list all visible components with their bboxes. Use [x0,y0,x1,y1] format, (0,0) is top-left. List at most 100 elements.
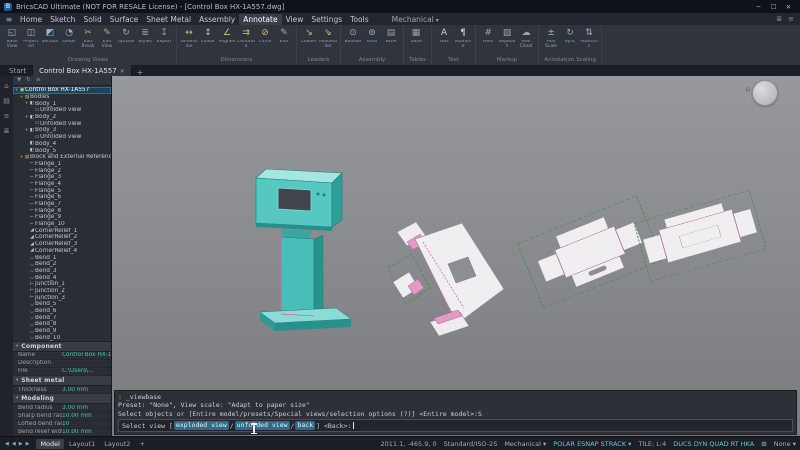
tree-item-flange-10[interactable]: ⌐Flange_10 [13,221,111,228]
tree-item-flange-2[interactable]: ⌐Flange_2 [13,167,111,174]
menu-tab-sketch[interactable]: Sketch [46,14,79,25]
tree-item-block-and-external-references[interactable]: ▾▤Block and External References [13,154,111,161]
ribbon-button-multiline[interactable]: ¶Multiline [454,27,472,50]
viewcube[interactable] [752,80,778,106]
ribbon-button-text[interactable]: AText [435,27,453,50]
tree-item-bend-8[interactable]: ◡Bend_8 [13,321,111,328]
filter-icon[interactable]: ▼ [17,76,21,85]
unfolded-pattern-c[interactable] [634,190,766,281]
status-field-standard-iso-25[interactable]: Standard/ISO-25 [444,440,498,448]
ribbon-button-bom[interactable]: ▤BOM [382,27,400,50]
tree-item-flange-7[interactable]: ⌐Flange_7 [13,201,111,208]
tree-item-flange-6[interactable]: ⌐Flange_6 [13,194,111,201]
menu-tab-sheet-metal[interactable]: Sheet Metal [142,14,195,25]
ribbon-button-edit[interactable]: ✎Edit [275,27,293,50]
nav-arrow-icon[interactable]: ▶ [18,441,24,447]
unfolded-pattern-a[interactable] [388,222,504,336]
tree-item-junction-1[interactable]: ⊢Junction_1 [13,281,111,288]
panel-menu-icon[interactable]: ≡ [36,76,41,85]
tree-item-flange-9[interactable]: ⌐Flange_9 [13,214,111,221]
command-option-exploded-view[interactable]: exploded view [174,421,229,430]
ribbon-button-add-scale[interactable]: ±Add Scale [542,27,560,50]
menu-tab-solid[interactable]: Solid [79,14,105,25]
workspace-selector[interactable]: Mechanical [387,15,444,24]
viewport-canvas[interactable] [112,76,800,437]
ribbon-button-leader[interactable]: ↘Leader [300,27,318,50]
layout-tab-icon[interactable]: + [135,439,148,449]
ribbon-button-sync[interactable]: ↻Sync [561,27,579,50]
ribbon-button-field[interactable]: #Field [479,27,497,50]
ribbon-button-dimension[interactable]: ↔Dimension [180,27,198,50]
ribbon-button-balloon[interactable]: ⊙Balloon [344,27,362,50]
tree-item-bend-7[interactable]: ◡Bend_7 [13,314,111,321]
tree-item-flange-8[interactable]: ⌐Flange_8 [13,207,111,214]
tree-item-flange-5[interactable]: ⌐Flange_5 [13,187,111,194]
ribbon-button-positions[interactable]: ⇅Positions [580,27,598,50]
layout-tab-model[interactable]: Model [36,439,64,449]
folded-model-3d[interactable] [256,169,351,331]
tree-item-body-1[interactable]: ▾◧Body_1 [13,100,111,107]
ribbon-button-wipeout[interactable]: ▨Wipeout [498,27,516,50]
section-header-sheet-metal[interactable]: ▾Sheet metal [13,376,111,386]
command-option-unfolded-view[interactable]: unfolded view [235,421,290,430]
tree-item-bend-5[interactable]: ◡Bend_5 [13,301,111,308]
tree-item-bend-1[interactable]: ◡Bend_1 [13,254,111,261]
ribbon-button-auto[interactable]: ⊚Auto [363,27,381,50]
status-field-icon[interactable]: ⊞ [761,440,766,448]
minimize-button[interactable]: ─ [751,3,766,11]
section-header-modeling[interactable]: ▾Modeling [13,394,111,404]
browser-panel-icon[interactable]: ▤ [3,97,10,105]
menu-tab-view[interactable]: View [282,14,308,25]
ribbon-button-linear[interactable]: ↕Linear [199,27,217,50]
status-field-polar-esnap-strack[interactable]: POLAR ESNAP STRACK ▾ [553,440,631,448]
ribbon-button-detail[interactable]: ◔Detail [60,27,78,50]
nav-arrow-icon[interactable]: ◀ [11,441,17,447]
tree-item-bend-4[interactable]: ◡Bend_4 [13,274,111,281]
command-line-panel[interactable]: : _viewbasePreset: "None", View scale: "… [114,390,797,436]
tree-item-flange-4[interactable]: ⌐Flange_4 [13,181,111,188]
tree-item-bend-3[interactable]: ◡Bend_3 [13,268,111,275]
menu-tab-annotate[interactable]: Annotate [239,14,281,25]
menu-tab-assembly[interactable]: Assembly [195,14,239,25]
tree-item-body-3[interactable]: ▾◧Body_3 [13,127,111,134]
tree-item-junction-2[interactable]: ⊢Junction_2 [13,288,111,295]
command-option-back[interactable]: back [295,421,315,430]
ribbon-button-styles[interactable]: ≣Styles [136,27,154,50]
app-menu-button[interactable]: ≡ [2,15,16,24]
menu-tab-home[interactable]: Home [16,14,46,25]
layout-tab-layout2[interactable]: Layout2 [100,439,134,449]
ribbon-button-projected[interactable]: ◫Projected [22,27,40,50]
tree-item-bend-2[interactable]: ◡Bend_2 [13,261,111,268]
properties-panel-icon[interactable]: ≡ [4,112,10,120]
ribbon-button-aligned[interactable]: ∠Aligned [218,27,236,50]
layers-panel-icon[interactable]: ≣ [4,127,10,135]
drawing-viewport[interactable]: ⌂ : _viewbasePreset: "None", View scale:… [112,76,800,437]
status-field-tile-l-4[interactable]: TILE: L:4 [638,440,666,448]
menu-tab-settings[interactable]: Settings [307,14,346,25]
ribbon-button-section[interactable]: ◩Section [41,27,59,50]
tree-item-cornerrelief-4[interactable]: ◢CornerRelief_4 [13,248,111,255]
tree-item-unfolded-view[interactable]: ▭Unfolded view [13,134,111,141]
ribbon-button-circle[interactable]: ⊘Circle [256,27,274,50]
ribbon-button-update[interactable]: ↻Update [117,27,135,50]
unfolded-pattern-b[interactable] [518,196,663,308]
status-field-2011-1-465-9-0[interactable]: 2011.1, -465.9, 0 [381,440,437,448]
tree-item-bend-9[interactable]: ◡Bend_9 [13,328,111,335]
tree-item-bodies[interactable]: ▾▤Bodies [13,94,111,101]
menubar-icon-1[interactable]: ≣ [776,15,782,23]
maximize-button[interactable]: ☐ [766,3,781,11]
tree-item-body-4[interactable]: ◧Body_4 [13,141,111,148]
ribbon-button-base-view[interactable]: ◱Base View [3,27,21,50]
tree-item-cornerrelief-2[interactable]: ◢CornerRelief_2 [13,234,111,241]
close-button[interactable]: ✕ [781,3,796,11]
refresh-icon[interactable]: ↻ [26,76,31,85]
tree-item-body-2[interactable]: ▾◧Body_2 [13,114,111,121]
tree-item-flange-3[interactable]: ⌐Flange_3 [13,174,111,181]
tree-item-unfolded-view[interactable]: ▭Unfolded view [13,107,111,114]
close-tab-icon[interactable]: ✕ [120,68,125,75]
menubar-icon-2[interactable]: ≡ [788,15,794,23]
nav-arrow-icon[interactable]: ◀ [4,441,10,447]
ribbon-button-edit-break[interactable]: ✂Edit Break [79,27,97,50]
status-field-none[interactable]: None ▾ [774,440,796,448]
section-header-component[interactable]: ▾Component [13,342,111,352]
